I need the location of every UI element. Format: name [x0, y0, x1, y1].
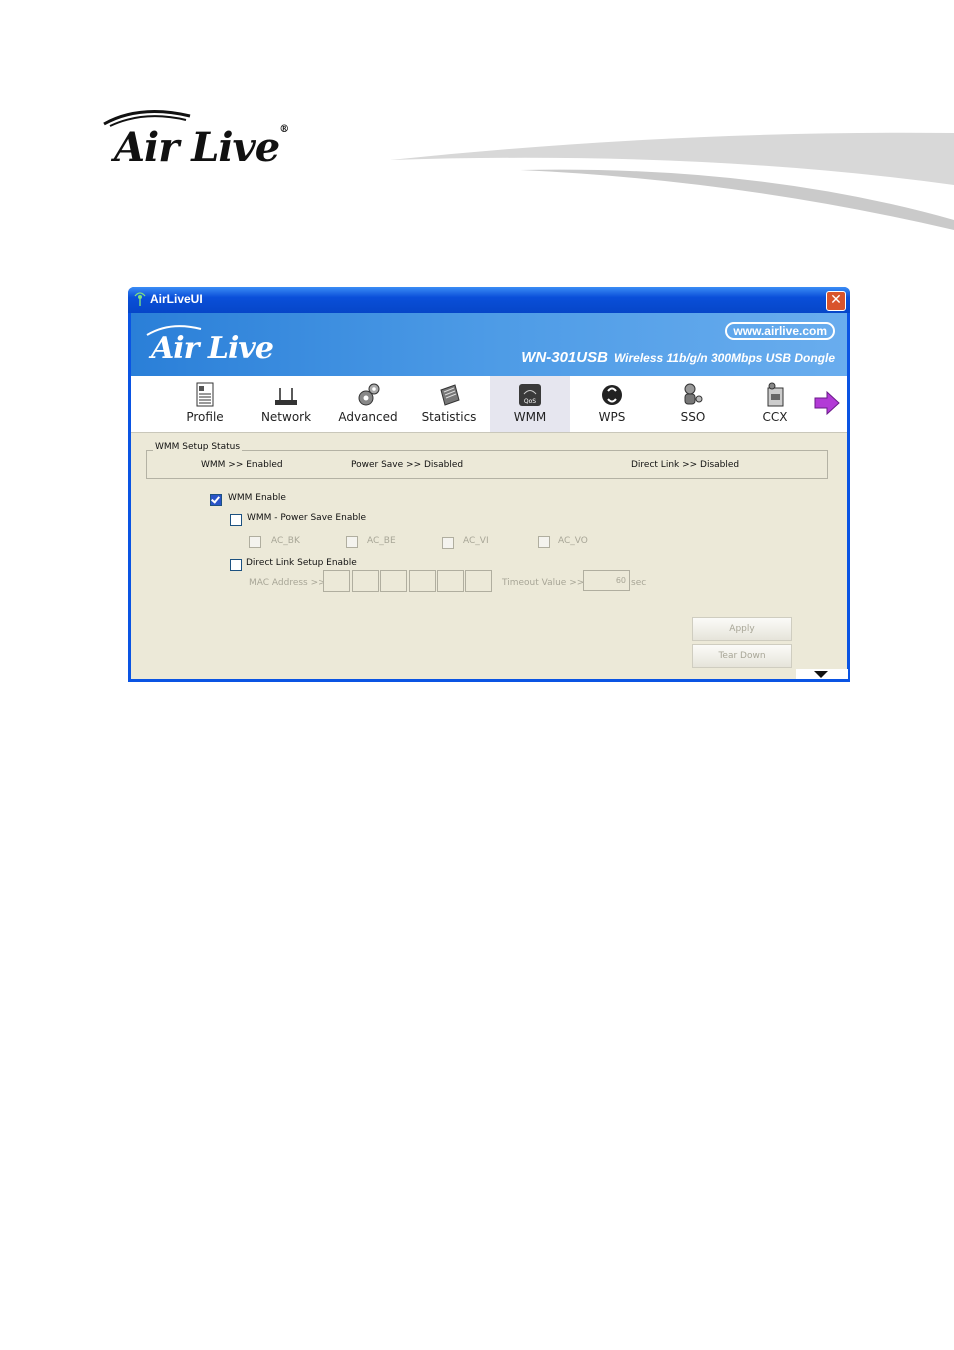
tab-wps[interactable]: WPS: [572, 376, 652, 432]
mac-address-field-1[interactable]: [323, 570, 350, 592]
direct-link-enable-label: Direct Link Setup Enable: [246, 558, 357, 568]
page-logo-text: Air Live: [114, 124, 280, 171]
advanced-icon: [358, 383, 380, 406]
tab-advanced[interactable]: Advanced: [328, 376, 408, 432]
chevron-down-icon: [814, 671, 828, 678]
tab-label: SSO: [680, 410, 706, 424]
page-logo-reg: ®: [279, 124, 289, 135]
tab-sso[interactable]: SSO: [653, 376, 733, 432]
power-save-status-text: Power Save >> Disabled: [351, 460, 464, 470]
tab-wmm[interactable]: QoS WMM: [490, 376, 570, 432]
window-titlebar[interactable]: AirLiveUI ✕: [128, 287, 850, 313]
banner-model: WN-301USB: [521, 349, 608, 366]
ac-vi-checkbox[interactable]: [442, 537, 454, 549]
wireless-app-icon: [134, 292, 146, 306]
qos-icon: QoS: [519, 384, 541, 406]
mac-address-field-4[interactable]: [409, 570, 436, 592]
direct-link-status-text: Direct Link >> Disabled: [631, 460, 740, 470]
sso-icon: [684, 383, 703, 405]
banner-description: Wireless 11b/g/n 300Mbps USB Dongle: [613, 351, 835, 365]
ac-bk-checkbox[interactable]: [249, 536, 261, 548]
window-body: Air Live www.airlive.com WN-301USB Wirele…: [131, 313, 848, 679]
statistics-icon: [440, 384, 460, 406]
power-save-enable-label: WMM - Power Save Enable: [247, 513, 367, 523]
tab-network[interactable]: Network: [246, 376, 326, 432]
ac-vi-label: AC_VI: [463, 536, 489, 546]
wmm-enable-checkbox[interactable]: [210, 494, 222, 506]
tab-statistics[interactable]: Statistics: [409, 376, 489, 432]
power-save-enable-checkbox[interactable]: [230, 514, 242, 526]
tear-down-button[interactable]: Tear Down: [692, 644, 792, 668]
mac-address-field-2[interactable]: [352, 570, 379, 592]
collapse-toggle[interactable]: [796, 669, 848, 679]
mac-address-label: MAC Address >>: [249, 578, 326, 588]
tab-label: WPS: [598, 410, 626, 424]
tab-label: Statistics: [421, 410, 477, 424]
direct-link-enable-checkbox[interactable]: [230, 559, 242, 571]
banner-url: www.airlive.com: [725, 322, 835, 340]
main-toolbar: Profile Network Advanced Statistics QoS …: [131, 376, 847, 433]
tab-label: Advanced: [338, 410, 398, 424]
ac-bk-label: AC_BK: [271, 536, 300, 546]
timeout-value-label: Timeout Value >>: [502, 578, 585, 588]
tab-label: Network: [260, 410, 312, 424]
timeout-value-input[interactable]: 60: [583, 570, 630, 591]
banner: Air Live www.airlive.com WN-301USB Wirele…: [131, 313, 847, 376]
network-icon: [275, 388, 297, 405]
ac-vo-label: AC_VO: [558, 536, 588, 546]
mac-address-field-5[interactable]: [437, 570, 464, 592]
wmm-panel: WMM Setup Status WMM >> Enabled Power Sa…: [131, 433, 848, 679]
ccx-icon: [767, 382, 784, 407]
ac-vo-checkbox[interactable]: [538, 536, 550, 548]
tab-label: CCX: [762, 410, 788, 424]
profile-icon: [196, 382, 214, 407]
ac-be-checkbox[interactable]: [346, 536, 358, 548]
window-title: AirLiveUI: [150, 292, 203, 306]
tab-profile[interactable]: Profile: [165, 376, 245, 432]
airlive-page-logo: Air Live®: [100, 102, 330, 172]
wmm-status-text: WMM >> Enabled: [201, 460, 283, 470]
banner-logo: Air Live: [151, 331, 274, 366]
tab-label: Profile: [186, 410, 224, 424]
header-swoosh-graphic: [390, 132, 954, 230]
wps-icon: [602, 385, 622, 405]
banner-model-line: WN-301USB Wireless 11b/g/n 300Mbps USB Do…: [521, 349, 835, 367]
wmm-status-legend: WMM Setup Status: [153, 442, 243, 452]
ac-be-label: AC_BE: [367, 536, 396, 546]
mac-address-field-3[interactable]: [380, 570, 407, 592]
close-button[interactable]: ✕: [826, 291, 846, 311]
timeout-unit-label: sec: [631, 578, 647, 588]
next-arrow-icon[interactable]: [813, 390, 841, 416]
mac-address-field-6[interactable]: [465, 570, 492, 592]
wmm-enable-label: WMM Enable: [228, 493, 286, 503]
tab-label: WMM: [513, 410, 547, 424]
airlive-utility-window: AirLiveUI ✕ Air Live www.airlive.com WN-…: [128, 287, 850, 682]
svg-text:QoS: QoS: [524, 398, 536, 405]
tab-ccx[interactable]: CCX: [735, 376, 815, 432]
apply-button[interactable]: Apply: [692, 617, 792, 641]
